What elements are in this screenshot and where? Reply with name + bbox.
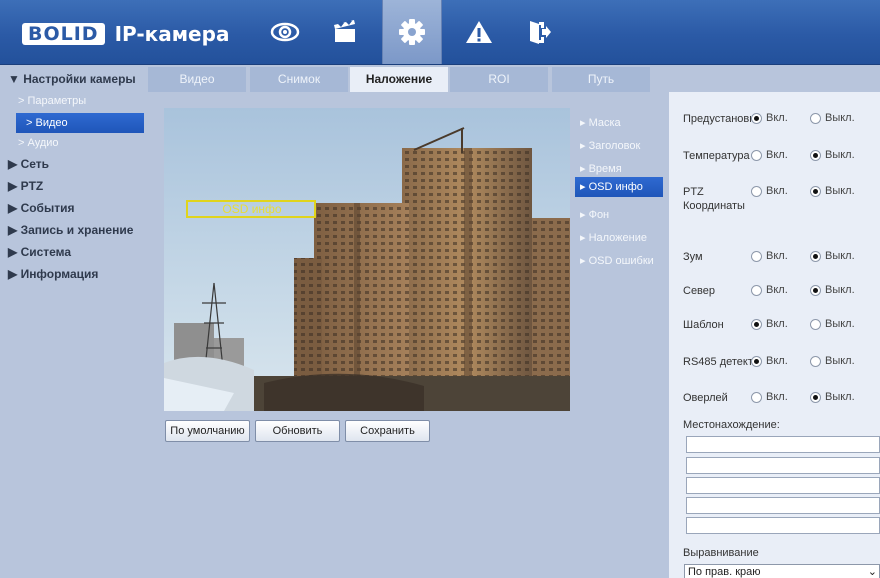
- tab-roi[interactable]: ROI: [450, 67, 548, 92]
- logo-product: IP-камера: [114, 22, 230, 46]
- settings-nav-button[interactable]: [382, 0, 442, 64]
- overlay-menu-osd-errors[interactable]: ▸ OSD ошибки: [580, 254, 654, 267]
- rs485-detect-off-radio[interactable]: [810, 356, 821, 367]
- warning-icon: [466, 21, 492, 43]
- chevron-down-icon: ⌄: [867, 566, 877, 578]
- playback-nav-button[interactable]: [318, 0, 372, 64]
- template-on-label: Вкл.: [766, 318, 788, 330]
- overlay-off-radio[interactable]: [810, 392, 821, 403]
- overlay-menu-time[interactable]: ▸ Время: [580, 162, 622, 175]
- alarm-nav-button[interactable]: [452, 0, 506, 64]
- exit-icon: [530, 21, 551, 44]
- settings-sidebar: ▼ Настройки камеры > Параметры > Видео >…: [0, 65, 148, 578]
- zoom-on-label: Вкл.: [766, 250, 788, 262]
- preset-off-label: Выкл.: [825, 112, 855, 124]
- overlay-on-label: Вкл.: [766, 391, 788, 403]
- temperature-off-label: Выкл.: [825, 149, 855, 161]
- alignment-select[interactable]: По прав. краю ⌄: [684, 564, 880, 578]
- preset-on-radio[interactable]: [751, 113, 762, 124]
- template-on-radio[interactable]: [751, 319, 762, 330]
- osd-info-label: OSD инфо: [222, 202, 282, 216]
- logo-brand: BOLID: [22, 23, 105, 45]
- live-view-nav-button[interactable]: [258, 0, 312, 64]
- location-input-1[interactable]: [686, 436, 880, 453]
- ptz-coordinates-on-label: Вкл.: [766, 185, 788, 197]
- default-button[interactable]: По умолчанию: [165, 420, 250, 442]
- template-off-label: Выкл.: [825, 318, 855, 330]
- location-input-4[interactable]: [686, 497, 880, 514]
- option-label-temperature: Температура: [683, 150, 750, 162]
- tab-overlay[interactable]: Наложение: [350, 67, 448, 92]
- temperature-on-label: Вкл.: [766, 149, 788, 161]
- sidebar-item-video[interactable]: > Видео: [16, 113, 144, 133]
- sidebar-item-audio[interactable]: > Аудио: [18, 137, 59, 149]
- tab-path[interactable]: Путь: [552, 67, 650, 92]
- location-input-5[interactable]: [686, 517, 880, 534]
- sidebar-item-ptz[interactable]: ▶ PTZ: [8, 179, 43, 193]
- location-label: Местонахождение:: [683, 419, 780, 431]
- eye-icon: [270, 22, 300, 42]
- option-label-overlay: Оверлей: [683, 392, 728, 404]
- zoom-off-label: Выкл.: [825, 250, 855, 262]
- sidebar-item-information[interactable]: ▶ Информация: [8, 267, 98, 281]
- overlay-off-label: Выкл.: [825, 391, 855, 403]
- overlay-menu-background[interactable]: ▸ Фон: [580, 208, 609, 221]
- temperature-off-radio[interactable]: [810, 150, 821, 161]
- rs485-detect-on-radio[interactable]: [751, 356, 762, 367]
- overlay-on-radio[interactable]: [751, 392, 762, 403]
- logout-nav-button[interactable]: [512, 0, 566, 64]
- temperature-on-radio[interactable]: [751, 150, 762, 161]
- option-label-template: Шаблон: [683, 319, 724, 331]
- overlay-menu-title[interactable]: ▸ Заголовок: [580, 139, 640, 152]
- clapperboard-icon: [334, 20, 355, 42]
- zoom-on-radio[interactable]: [751, 251, 762, 262]
- sidebar-item-camera-settings[interactable]: ▼ Настройки камеры: [8, 72, 136, 86]
- sidebar-item-recording-storage[interactable]: ▶ Запись и хранение: [8, 223, 133, 237]
- sidebar-item-network[interactable]: ▶ Сеть: [8, 157, 49, 171]
- save-button[interactable]: Сохранить: [345, 420, 430, 442]
- sidebar-item-parameters[interactable]: > Параметры: [18, 95, 86, 107]
- alignment-label: Выравнивание: [683, 547, 759, 559]
- refresh-button[interactable]: Обновить: [255, 420, 340, 442]
- sidebar-item-system[interactable]: ▶ Система: [8, 245, 71, 259]
- zoom-off-radio[interactable]: [810, 251, 821, 262]
- camera-image: [164, 108, 570, 411]
- sidebar-item-events[interactable]: ▶ События: [8, 201, 74, 215]
- north-on-label: Вкл.: [766, 284, 788, 296]
- tab-snapshot[interactable]: Снимок: [250, 67, 348, 92]
- ptz-coordinates-off-radio[interactable]: [810, 186, 821, 197]
- ptz-coordinates-on-radio[interactable]: [751, 186, 762, 197]
- logo: BOLID IP-камера: [22, 22, 229, 46]
- tab-video[interactable]: Видео: [148, 67, 246, 92]
- option-label-north: Север: [683, 285, 716, 297]
- ptz-coordinates-off-label: Выкл.: [825, 185, 855, 197]
- option-label-rs485-detect: RS485 детект: [683, 356, 753, 368]
- option-label-preset: Предустановка: [683, 113, 761, 125]
- location-input-2[interactable]: [686, 457, 880, 474]
- top-navigation-bar: BOLID IP-камера: [0, 0, 880, 65]
- alignment-selected-value: По прав. краю: [688, 566, 761, 578]
- rs485-detect-on-label: Вкл.: [766, 355, 788, 367]
- north-off-radio[interactable]: [810, 285, 821, 296]
- gear-icon: [399, 19, 425, 45]
- overlay-menu-osd-info[interactable]: ▸ OSD инфо: [575, 177, 663, 197]
- template-off-radio[interactable]: [810, 319, 821, 330]
- option-label-zoom: Зум: [683, 251, 703, 263]
- overlay-menu-overlay[interactable]: ▸ Наложение: [580, 231, 647, 244]
- preset-on-label: Вкл.: [766, 112, 788, 124]
- video-preview: [164, 108, 570, 411]
- overlay-menu-mask[interactable]: ▸ Маска: [580, 116, 621, 129]
- location-input-3[interactable]: [686, 477, 880, 494]
- preset-off-radio[interactable]: [810, 113, 821, 124]
- north-off-label: Выкл.: [825, 284, 855, 296]
- option-label-ptz-coordinates: PTZ Координаты: [683, 186, 745, 212]
- north-on-radio[interactable]: [751, 285, 762, 296]
- rs485-detect-off-label: Выкл.: [825, 355, 855, 367]
